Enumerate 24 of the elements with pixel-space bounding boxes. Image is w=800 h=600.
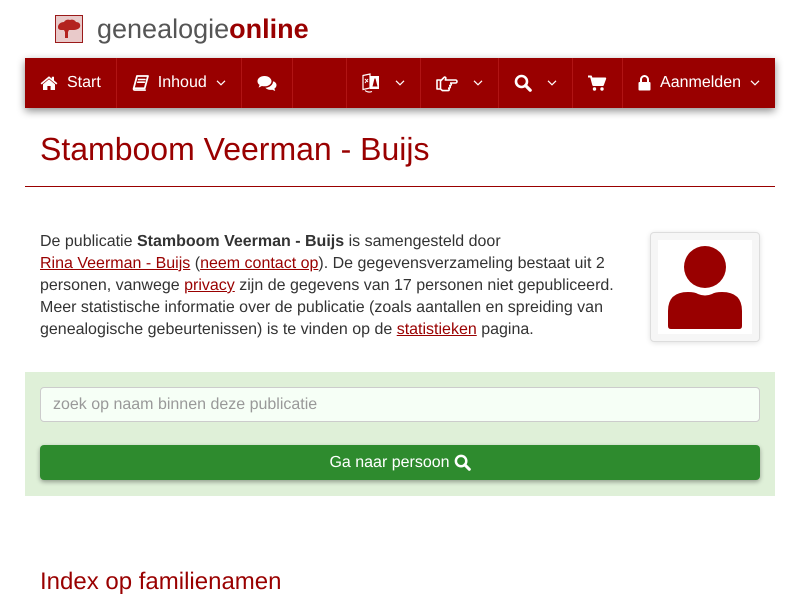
home-icon	[40, 75, 58, 91]
translate-icon	[362, 73, 380, 93]
cart-icon	[588, 75, 608, 91]
intro-paragraph: De publicatie Stamboom Veerman - Buijs is samengesteld door Rina Veerman - Buijs (neem contact op). De gegevensverzameling bestaat uit 2 personen, vanwege privacy zijn de gegevens van 17 personen niet gepubliceerd. Meer statistische informatie over de publicatie (zoals aantallen en spreiding van genealogische gebeurtenissen) is te vinden op de statistieken pagina.	[40, 232, 615, 340]
contents-menu-button[interactable]: Inhoud	[116, 58, 242, 108]
book-icon	[132, 75, 149, 91]
person-icon	[658, 240, 752, 334]
search-icon	[454, 454, 471, 471]
pointing-hand-icon	[436, 74, 458, 92]
chat-icon	[256, 75, 277, 91]
go-to-person-button[interactable]: Ga naar persoon	[40, 445, 760, 480]
home-nav-link[interactable]: Start	[25, 58, 117, 108]
site-logo-text[interactable]: genealogieonline	[97, 13, 309, 45]
inline-link[interactable]: neem contact op	[200, 255, 318, 272]
inline-link[interactable]: statistieken	[396, 321, 477, 338]
search-icon	[514, 74, 532, 92]
section-heading: Index op familienamen	[40, 568, 282, 596]
lock-icon	[638, 75, 652, 91]
tree-logo-icon	[55, 15, 83, 43]
page-title: Stamboom Veerman - Buijs	[40, 130, 430, 168]
inline-link[interactable]: privacy	[184, 277, 235, 294]
inline-link[interactable]: Rina Veerman - Buijs	[40, 255, 190, 272]
login-menu-button[interactable]: Aanmelden	[622, 58, 775, 108]
name-search-field[interactable]: zoek op naam binnen deze publicatie	[40, 387, 760, 422]
